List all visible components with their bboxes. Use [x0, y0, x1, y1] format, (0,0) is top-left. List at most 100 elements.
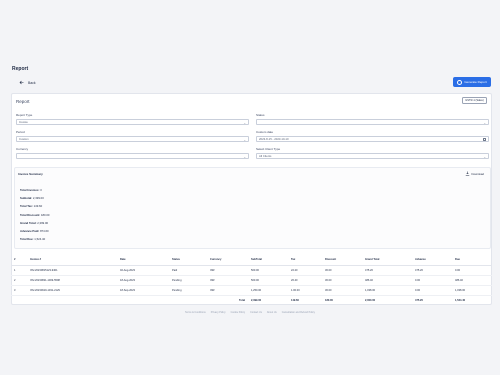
table-row[interactable]: 1 INV-20230815123-9401 02-Aug-2023 Paid …: [11, 265, 492, 276]
invoice-table: # Invoice # Date Status Currency SubTota…: [11, 255, 492, 305]
summary-value: 1,524.40: [34, 237, 46, 242]
total-tax: 149.60: [291, 298, 299, 302]
cell: 500.00: [248, 275, 288, 286]
cell: 2: [11, 275, 27, 286]
footer-link[interactable]: Terms & Conditions: [185, 311, 206, 314]
page-title: Report: [12, 66, 29, 72]
client-type-value: All Clients: [259, 154, 272, 158]
total-due: 1,524.40: [455, 298, 466, 302]
cell: 475.20: [412, 265, 452, 276]
summary-value: 180.00: [40, 212, 50, 217]
col-header: Date: [117, 255, 169, 266]
cell: INR: [207, 285, 248, 296]
cell: 18-Aug-2023: [117, 275, 169, 286]
custom-date-label: Custom date: [256, 130, 274, 134]
table-row[interactable]: 3 INV-20230919-1031-2129 18-Sep-2023 Pen…: [11, 285, 492, 296]
cell: 0.00: [412, 285, 452, 296]
summary-key: Grand Total:: [20, 220, 37, 225]
currency-select[interactable]: ⌄: [16, 153, 249, 159]
table-header-row: # Invoice # Date Status Currency SubTota…: [11, 255, 492, 266]
cell: INR: [207, 265, 248, 276]
summary-line: Advance Paid: 874.60: [20, 229, 50, 237]
cell: 30.00: [322, 285, 362, 296]
footer-link[interactable]: Cookie Policy: [231, 311, 245, 314]
summary-line: Total Tax: 149.60: [20, 204, 50, 212]
currency-label: Currency: [16, 147, 29, 151]
summary-line: Grand Total: 2,399.00: [20, 221, 50, 229]
table-total-row: Total 2,399.00 149.60 180.00 2,000.00 47…: [11, 295, 492, 305]
summary-value: 874.60: [40, 228, 49, 233]
cell: [117, 295, 169, 305]
footer-link[interactable]: Privacy Policy: [211, 311, 226, 314]
cell: 18-Sep-2023: [117, 285, 169, 296]
col-header: Tax: [288, 255, 322, 266]
report-card-title: Report: [16, 99, 30, 104]
col-header: Grand Total: [362, 255, 412, 266]
period-label: Period: [16, 130, 25, 134]
footer-link[interactable]: About Us: [267, 311, 277, 314]
cell: 500.00: [248, 265, 288, 276]
col-header: SubTotal: [248, 255, 288, 266]
cell: [27, 295, 117, 305]
summary-key: Advance Paid:: [20, 228, 40, 233]
back-button[interactable]: Back: [19, 80, 36, 85]
total-grand: 2,000.00: [365, 298, 376, 302]
footer-link[interactable]: Contact Us: [250, 311, 262, 314]
period-value: Custom: [19, 137, 29, 141]
summary-value: 149.60: [33, 204, 43, 209]
calendar-icon: [483, 138, 486, 142]
total-label: Total: [238, 298, 245, 302]
summary-line: Total Due: 1,524.40: [20, 237, 50, 245]
summary-value: 3: [40, 188, 42, 192]
report-type-label: Report Type: [16, 113, 33, 117]
custom-date-input[interactable]: 2023-8-15 - 2023-10-10: [256, 136, 489, 142]
client-type-label: Select Client Type: [256, 147, 281, 151]
generate-report-button[interactable]: Generate Report: [453, 77, 491, 87]
summary-line: Subtotal: 2,399.00: [20, 196, 50, 204]
status-badge: Pending: [169, 285, 207, 296]
cell: 1.00.00: [288, 285, 322, 296]
report-type-value: Invoice: [19, 120, 28, 124]
col-header: Currency: [207, 255, 248, 266]
chevron-down-icon: ⌄: [483, 121, 486, 125]
cell: 1,250.00: [248, 285, 288, 296]
cell: [169, 295, 207, 305]
total-subtotal: 2,399.00: [251, 298, 262, 302]
cell: 22.20: [288, 265, 322, 276]
report-type-select[interactable]: Invoice ⌄: [16, 119, 249, 125]
chevron-down-icon: ⌄: [243, 138, 246, 142]
col-header: #: [11, 255, 27, 266]
period-select[interactable]: Custom ⌄: [16, 136, 249, 142]
status-select[interactable]: ⌄: [256, 119, 489, 125]
cell: 30.00: [322, 265, 362, 276]
invoice-link[interactable]: INV-20230815123-9401: [27, 265, 117, 276]
cell: 1,038.00: [452, 285, 492, 296]
cell: 486.40: [362, 275, 412, 286]
gstr-sales-button[interactable]: GSTR-1 (Sales): [462, 97, 487, 104]
status-badge: Paid: [169, 265, 207, 276]
chevron-down-icon: ⌄: [243, 155, 246, 159]
cell: [11, 295, 27, 305]
col-header: Advance: [412, 255, 452, 266]
summary-key: Total Due:: [20, 237, 34, 242]
client-type-select[interactable]: All Clients ⌄: [256, 153, 489, 159]
invoice-link[interactable]: INV-20230919-1031-2129: [27, 285, 117, 296]
footer-link[interactable]: Cancellation and Refund Policy: [282, 311, 315, 314]
cell: 486.40: [452, 275, 492, 286]
summary-value: 2,399.00: [37, 220, 49, 225]
download-icon: [465, 171, 469, 176]
footer-links: Terms & Conditions Privacy Policy Cookie…: [0, 311, 500, 314]
cell: 1: [11, 265, 27, 276]
cell: 0.00: [412, 275, 452, 286]
chevron-down-icon: ⌄: [483, 155, 486, 159]
status-label: Status: [256, 113, 265, 117]
invoice-link[interactable]: INV-20230821-1009-5598: [27, 275, 117, 286]
col-header: Status: [169, 255, 207, 266]
total-advance: 475.20: [415, 298, 423, 302]
download-button[interactable]: Download: [465, 171, 484, 176]
table-row[interactable]: 2 INV-20230821-1009-5598 18-Aug-2023 Pen…: [11, 275, 492, 286]
cell: 30.00: [322, 275, 362, 286]
download-label: Download: [471, 171, 484, 176]
summary-lines: Total Invoices: 3 Subtotal: 2,399.00 Tot…: [20, 188, 50, 245]
cell: 3: [11, 285, 27, 296]
